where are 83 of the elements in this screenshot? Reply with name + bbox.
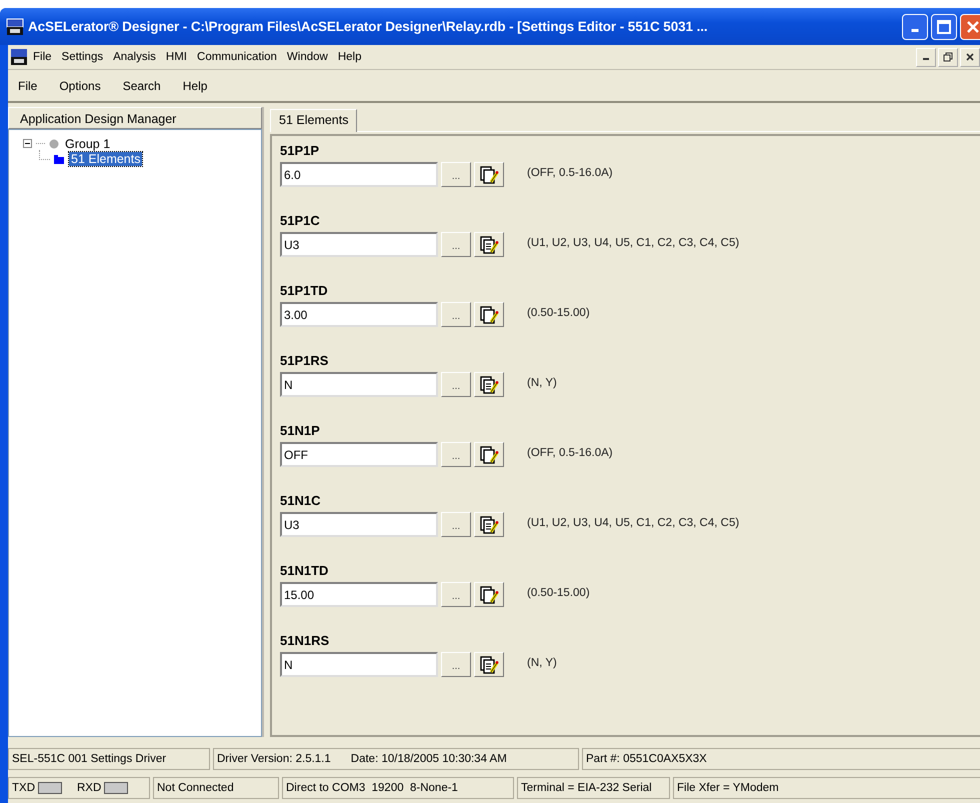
edit-button[interactable] <box>474 162 504 187</box>
setting-label: 51N1P <box>280 422 321 439</box>
app-icon <box>6 18 24 36</box>
setting-label: 51P1P <box>280 142 320 159</box>
setting-label: 51N1TD <box>280 562 330 579</box>
status-text: File Xfer = YModem <box>673 776 980 798</box>
setting-label: 51P1TD <box>280 282 329 299</box>
maximize-icon <box>937 20 951 34</box>
range-text: (U1, U2, U3, U4, U5, C1, C2, C3, C4, C5) <box>527 236 740 248</box>
panel-header: Application Design Manager <box>8 107 262 129</box>
menu-item[interactable]: Window <box>282 51 333 63</box>
browse-button[interactable]: ... <box>441 372 471 397</box>
menu-item[interactable]: Settings <box>56 51 108 63</box>
tree-item[interactable]: Group 1 <box>63 136 112 150</box>
input-field[interactable]: 3.00 <box>280 302 438 327</box>
edit-list-button[interactable] <box>474 232 504 257</box>
menu-item[interactable]: Help <box>332 51 366 63</box>
input-field[interactable]: 15.00 <box>280 582 438 607</box>
range-text: (0.50-15.00) <box>527 586 590 598</box>
input-field[interactable]: U3 <box>280 232 438 257</box>
status-text: Driver Version: 2.5.1.1 <box>217 752 331 766</box>
menu-item[interactable]: Search <box>118 78 165 92</box>
minimize-button[interactable] <box>916 48 936 66</box>
status-text: Terminal = EIA-232 Serial <box>517 776 670 798</box>
menu-item[interactable]: Analysis <box>108 51 161 63</box>
edit-button[interactable] <box>474 582 504 607</box>
input-field[interactable]: U3 <box>280 512 438 537</box>
range-text: (N, Y) <box>527 656 557 668</box>
collapse-icon[interactable] <box>23 139 32 148</box>
restore-icon <box>943 52 953 62</box>
menu-item[interactable]: Communication <box>192 51 282 63</box>
edit-list-button[interactable] <box>474 372 504 397</box>
input-field[interactable]: OFF <box>280 442 438 467</box>
input-field[interactable]: N <box>280 372 438 397</box>
range-text: (OFF, 0.5-16.0A) <box>527 166 613 178</box>
folder-icon <box>54 154 65 164</box>
tab[interactable]: 51 Elements <box>270 109 358 132</box>
close-button[interactable] <box>960 48 980 66</box>
setting-label: 51P1C <box>280 212 321 229</box>
browse-button[interactable]: ... <box>441 162 471 187</box>
indicator-light <box>104 782 128 794</box>
range-text: (0.50-15.00) <box>527 306 590 318</box>
minimize-button[interactable] <box>902 14 928 40</box>
minimize-icon <box>911 29 919 32</box>
status-text: TXD <box>12 780 35 796</box>
setting-label: 51N1RS <box>280 632 330 649</box>
browse-button[interactable]: ... <box>441 302 471 327</box>
tree-item[interactable]: 51 Elements <box>69 152 142 166</box>
menu-item[interactable]: Options <box>55 78 105 92</box>
edit-button[interactable] <box>474 302 504 327</box>
status-text: Part #: 0551C0AX5X3X <box>582 748 980 770</box>
restore-button[interactable] <box>938 48 958 66</box>
status-text: RXD <box>77 780 102 796</box>
menu-item[interactable]: HMI <box>160 51 192 63</box>
maximize-button[interactable] <box>931 14 957 40</box>
app-icon[interactable] <box>10 48 28 66</box>
edit-list-button[interactable] <box>474 512 504 537</box>
menu-item[interactable]: File <box>28 51 57 63</box>
browse-button[interactable]: ... <box>441 232 471 257</box>
menu-item[interactable]: Help <box>178 78 212 92</box>
browse-button[interactable]: ... <box>441 442 471 467</box>
circle-icon <box>49 138 59 148</box>
edit-list-button[interactable] <box>474 652 504 677</box>
status-text: SEL-551C 001 Settings Driver <box>8 748 210 770</box>
menu-item[interactable]: File <box>14 78 42 92</box>
indicator-light <box>38 782 62 794</box>
range-text: (OFF, 0.5-16.0A) <box>527 446 613 458</box>
setting-label: 51N1C <box>280 492 322 509</box>
setting-label: 51P1RS <box>280 352 330 369</box>
browse-button[interactable]: ... <box>441 652 471 677</box>
edit-button[interactable] <box>474 442 504 467</box>
range-text: (N, Y) <box>527 376 557 388</box>
window-title: AcSELerator® Designer - C:\Program Files\AcSELerator Designer\Relay.rdb - [Settings Editor - 551C 5031 ... <box>28 19 708 34</box>
status-text: Direct to COM3 19200 8-None-1 <box>282 776 514 798</box>
status-text: Date: 10/18/2005 10:30:34 AM <box>350 752 507 766</box>
close-icon <box>966 20 980 34</box>
input-field[interactable]: 6.0 <box>280 162 438 187</box>
input-field[interactable]: N <box>280 652 438 677</box>
browse-button[interactable]: ... <box>441 582 471 607</box>
close-icon <box>966 53 974 61</box>
range-text: (U1, U2, U3, U4, U5, C1, C2, C3, C4, C5) <box>527 516 740 528</box>
browse-button[interactable]: ... <box>441 512 471 537</box>
status-text: Not Connected <box>153 776 279 798</box>
